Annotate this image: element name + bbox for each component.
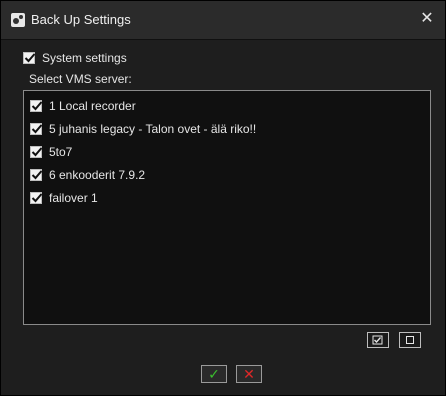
server-label: 1 Local recorder — [49, 99, 136, 113]
server-checkbox[interactable] — [30, 169, 43, 181]
server-label: 6 enkooderit 7.9.2 — [49, 168, 146, 182]
select-server-label: Select VMS server: — [29, 72, 132, 86]
deselect-all-button[interactable] — [399, 332, 421, 348]
title-bar[interactable]: Back Up Settings ✕ — [1, 1, 445, 40]
system-settings-label: System settings — [42, 51, 127, 65]
server-label: failover 1 — [49, 191, 98, 205]
ok-button[interactable]: ✓ — [201, 365, 227, 383]
server-checkbox[interactable] — [30, 146, 43, 158]
backup-settings-dialog: Back Up Settings ✕ System settings Selec… — [0, 0, 446, 396]
server-list[interactable]: 1 Local recorder 5 juhanis legacy - Talo… — [23, 90, 431, 325]
server-checkbox[interactable] — [30, 123, 43, 135]
server-checkbox[interactable] — [30, 100, 43, 112]
select-all-button[interactable] — [367, 332, 389, 348]
uncheck-all-icon — [406, 336, 414, 344]
system-settings-checkbox[interactable] — [23, 52, 36, 64]
server-checkbox[interactable] — [30, 192, 43, 204]
settings-icon — [11, 13, 25, 27]
server-label: 5 juhanis legacy - Talon ovet - älä riko… — [49, 122, 257, 136]
cancel-button[interactable]: ✕ — [236, 365, 262, 383]
dialog-title: Back Up Settings — [31, 12, 131, 27]
server-label: 5to7 — [49, 145, 73, 159]
check-all-icon — [372, 335, 383, 345]
close-button[interactable]: ✕ — [419, 11, 435, 27]
